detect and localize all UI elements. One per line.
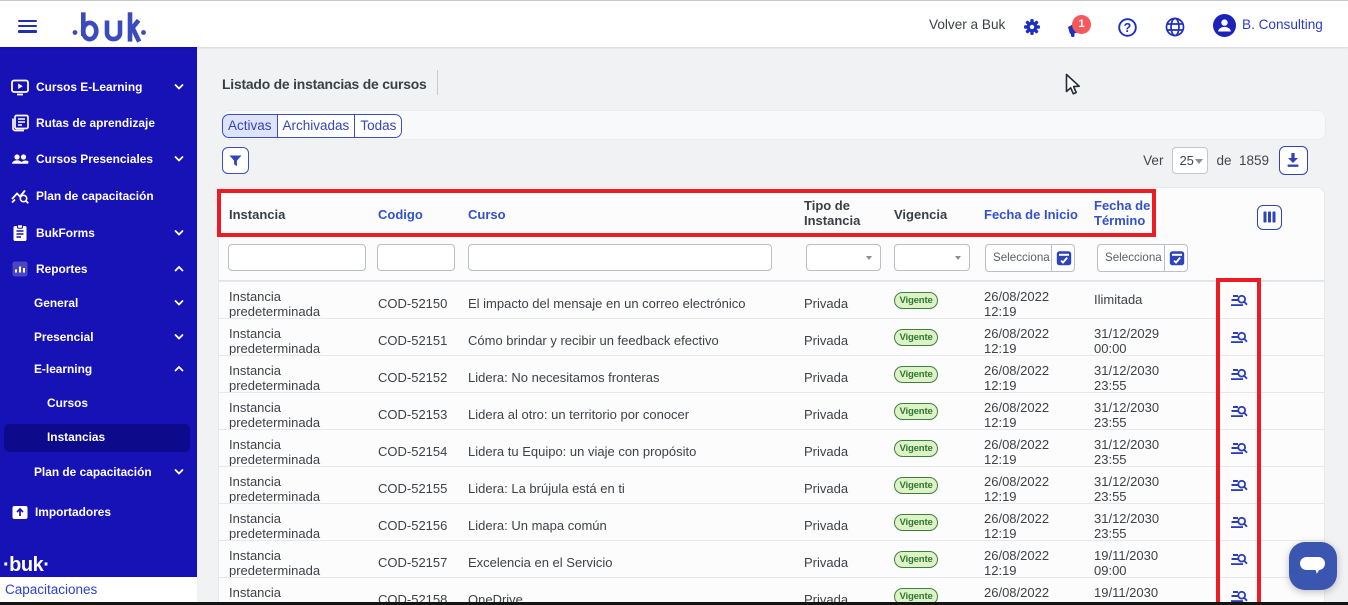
- svg-text:?: ?: [1124, 21, 1132, 35]
